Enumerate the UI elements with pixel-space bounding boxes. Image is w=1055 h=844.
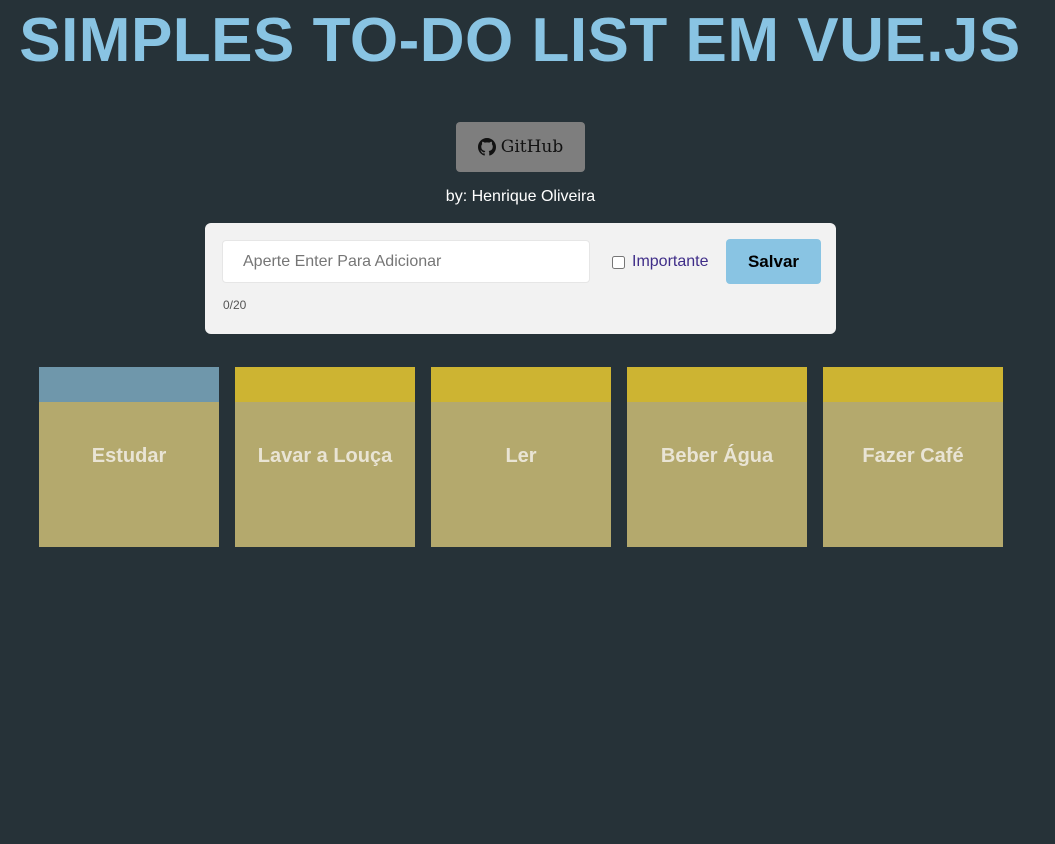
task-title: Fazer Café (862, 445, 964, 467)
task-card[interactable]: Fazer Café (823, 367, 1003, 547)
task-card[interactable]: Lavar a Louça (235, 367, 415, 547)
task-title: Beber Água (660, 445, 774, 467)
github-button[interactable]: GitHub (456, 122, 585, 172)
task-title: Lavar a Louça (257, 445, 393, 467)
important-label: Importante (632, 253, 709, 270)
task-input[interactable] (222, 240, 590, 283)
task-list: Estudar Lavar a Louça Ler Beber Água Faz… (39, 367, 1003, 547)
task-priority-band (627, 367, 807, 402)
page-title: SIMPLES TO-DO LIST EM VUE.JS (19, 6, 1021, 75)
task-priority-band (39, 367, 219, 402)
task-priority-band (823, 367, 1003, 402)
page: SIMPLES TO-DO LIST EM VUE.JS GitHub by: … (0, 0, 1055, 844)
author-credit: by: Henrique Oliveira (445, 188, 596, 205)
task-title: Estudar (91, 445, 167, 467)
important-checkbox[interactable] (612, 255, 625, 269)
task-priority-band (235, 367, 415, 402)
task-card[interactable]: Beber Água (627, 367, 807, 547)
char-counter: 0/20 (223, 298, 247, 312)
important-toggle[interactable]: Importante (612, 253, 708, 271)
github-icon (477, 138, 496, 156)
save-button[interactable]: Salvar (726, 239, 821, 284)
add-task-form: Importante Salvar 0/20 (205, 223, 836, 334)
task-card[interactable]: Estudar (39, 367, 219, 547)
task-priority-band (431, 367, 611, 402)
task-title: Ler (505, 445, 537, 467)
task-card[interactable]: Ler (431, 367, 611, 547)
github-label: GitHub (500, 137, 564, 157)
